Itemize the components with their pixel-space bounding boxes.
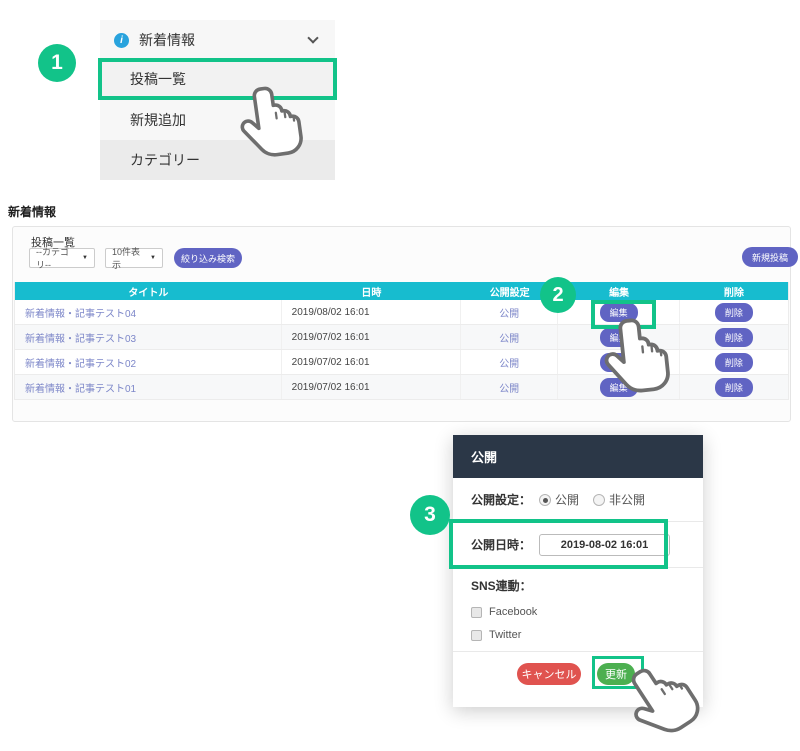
twitter-label: Twitter	[489, 629, 522, 641]
publish-date-highlight	[449, 519, 668, 569]
sidebar-item-news-header[interactable]: i 新着情報	[100, 20, 335, 60]
sns-row: SNS連動： Facebook Twitter	[453, 568, 703, 652]
post-title-link[interactable]: 新着情報・記事テスト03	[15, 325, 282, 349]
sns-label: SNS連動：	[471, 579, 532, 593]
column-header-date: 日時	[361, 287, 382, 299]
cancel-button[interactable]: キャンセル	[517, 663, 581, 685]
display-count-select[interactable]: 10件表示 ▼	[105, 247, 163, 270]
table-row: 新着情報・記事テスト04 2019/08/02 16:01 公開 編集 削除	[15, 300, 788, 325]
hand-cursor-icon	[600, 313, 678, 400]
post-status[interactable]: 公開	[461, 350, 559, 374]
radio-public[interactable]	[539, 493, 552, 506]
hand-cursor-icon	[235, 80, 311, 164]
post-status[interactable]: 公開	[461, 325, 559, 349]
column-header-delete: 削除	[723, 287, 744, 299]
post-date: 2019/08/02 16:01	[282, 300, 461, 324]
step-3-badge: 3	[410, 495, 450, 535]
delete-cell: 削除	[680, 350, 788, 374]
delete-button[interactable]: 削除	[714, 377, 753, 397]
info-icon: i	[114, 32, 129, 48]
page-title: 新着情報	[8, 205, 57, 219]
delete-button[interactable]: 削除	[714, 302, 753, 322]
sns-option-twitter: Twitter	[471, 629, 685, 641]
sidebar-item-label: 新規追加	[130, 112, 186, 128]
sidebar-item-label: 投稿一覧	[130, 71, 186, 87]
publish-setting-row: 公開設定： 公開 非公開	[453, 478, 703, 522]
caret-down-icon: ▼	[150, 255, 156, 261]
post-title-link[interactable]: 新着情報・記事テスト04	[15, 300, 282, 324]
column-header-edit: 編集	[609, 287, 630, 299]
post-title-link[interactable]: 新着情報・記事テスト01	[15, 375, 282, 399]
post-date: 2019/07/02 16:01	[282, 375, 461, 399]
step-2-badge: 2	[540, 277, 576, 313]
new-post-button[interactable]: 新規投稿	[742, 247, 798, 267]
post-title-link[interactable]: 新着情報・記事テスト02	[15, 350, 282, 374]
delete-cell: 削除	[680, 300, 788, 324]
filter-search-button[interactable]: 絞り込み検索	[174, 248, 242, 268]
post-date: 2019/07/02 16:01	[282, 325, 461, 349]
post-list-panel: 投稿一覧 --カテゴリ-- ▼ 10件表示 ▼ 絞り込み検索 新規投稿 タイトル 日…	[12, 226, 798, 422]
caret-down-icon: ▼	[82, 255, 88, 261]
modal-title: 公開	[453, 435, 703, 478]
facebook-checkbox[interactable]	[471, 606, 482, 618]
chevron-down-icon	[307, 32, 319, 44]
radio-public-label: 公開	[555, 493, 580, 507]
tutorial-page: i 新着情報 新規追加 カテゴリー 投稿一覧 1 新着情報 投稿一覧 --カテゴ…	[0, 0, 800, 737]
post-date: 2019/07/02 16:01	[282, 350, 461, 374]
twitter-checkbox[interactable]	[471, 629, 482, 641]
radio-private-label: 非公開	[609, 493, 646, 507]
delete-button[interactable]: 削除	[714, 352, 753, 372]
facebook-label: Facebook	[489, 606, 538, 618]
delete-button[interactable]: 削除	[714, 327, 753, 347]
delete-cell: 削除	[680, 375, 788, 399]
step-1-badge: 1	[38, 44, 76, 82]
sidebar-item-label: カテゴリー	[130, 152, 200, 168]
publish-setting-label: 公開設定：	[471, 493, 532, 507]
sidebar-header-label: 新着情報	[139, 32, 195, 48]
category-select[interactable]: --カテゴリ-- ▼	[29, 247, 95, 270]
post-status[interactable]: 公開	[461, 375, 559, 399]
radio-private[interactable]	[593, 493, 606, 506]
delete-cell: 削除	[680, 325, 788, 349]
sns-option-facebook: Facebook	[471, 606, 685, 618]
table-header-row: タイトル 日時 公開設定 編集 削除	[15, 282, 788, 300]
column-header-title: タイトル	[128, 287, 169, 299]
